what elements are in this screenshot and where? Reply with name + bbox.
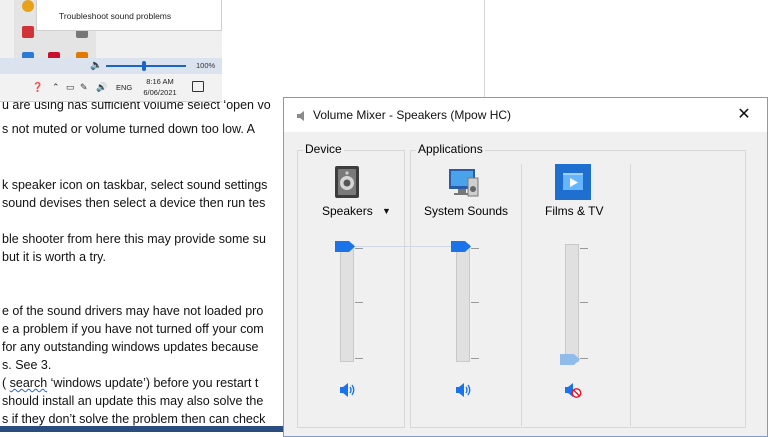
speaker-icon — [297, 111, 304, 121]
tick-marks — [355, 248, 363, 360]
document-line: s. See 3. — [2, 358, 52, 372]
system-sounds-volume-track[interactable] — [456, 244, 470, 362]
system-sounds-volume-thumb[interactable] — [451, 241, 471, 252]
system-sounds-mute-button[interactable] — [453, 381, 473, 399]
sound-icon[interactable]: 🔊 — [96, 82, 107, 93]
applications-group-label: Applications — [416, 142, 485, 156]
language-indicator[interactable]: ENG — [116, 83, 132, 92]
help-icon[interactable]: ❓ — [32, 82, 43, 93]
document-line: ( search ‘windows update’) before you re… — [2, 376, 259, 390]
volume-level-line — [344, 246, 464, 247]
spellcheck-word: search — [9, 376, 48, 390]
volume-flyout: 🔈 100% — [0, 58, 222, 74]
title-bar[interactable]: Volume Mixer - Speakers (Mpow HC) ✕ — [284, 98, 767, 132]
column-separator — [521, 164, 522, 426]
films-tv-volume-track[interactable] — [565, 244, 579, 362]
tick-marks — [471, 248, 479, 360]
device-volume-thumb[interactable] — [335, 241, 355, 252]
films-tv-volume-thumb[interactable] — [560, 354, 580, 365]
document-line: sound devises then select a device then … — [2, 196, 266, 210]
document-line: k speaker icon on taskbar, select sound … — [2, 178, 268, 192]
app-red-icon — [22, 26, 34, 38]
speaker-device-icon — [335, 166, 359, 198]
clock[interactable]: 8:16 AM 6/06/2021 — [142, 76, 178, 98]
speaker-icon: 🔈 — [90, 60, 103, 71]
menu-item-troubleshoot[interactable]: Troubleshoot sound problems — [59, 11, 171, 21]
device-label[interactable]: Speakers — [322, 204, 373, 218]
volume-slider-thumb[interactable] — [142, 61, 146, 71]
films-tv-icon — [555, 164, 591, 200]
taskbar: ❓ ⌃ ▭ ✎ 🔊 ENG 8:16 AM 6/06/2021 — [0, 74, 222, 101]
chevron-up-icon[interactable]: ⌃ — [52, 82, 60, 93]
document-line: e a problem if you have not turned off y… — [2, 322, 264, 336]
notification-icon[interactable] — [192, 81, 204, 92]
document-line: should install an update this may also s… — [2, 394, 264, 408]
tick-marks — [580, 248, 588, 360]
chrome-icon — [22, 0, 34, 12]
document-line: but it is worth a try. — [2, 250, 106, 264]
system-sounds-icon — [449, 169, 479, 197]
volume-mixer-window: Volume Mixer - Speakers (Mpow HC) ✕ Devi… — [283, 97, 768, 437]
volume-percent: 100% — [196, 61, 216, 70]
system-sounds-label: System Sounds — [424, 204, 509, 218]
chevron-down-icon[interactable]: ▼ — [382, 206, 391, 216]
device-group-label: Device — [303, 142, 344, 156]
document-line: e of the sound drivers may have not load… — [2, 304, 264, 318]
films-tv-mute-button[interactable] — [562, 381, 582, 399]
close-button[interactable]: ✕ — [721, 98, 767, 132]
window-title: Volume Mixer - Speakers (Mpow HC) — [313, 108, 512, 122]
clock-date: 6/06/2021 — [143, 88, 177, 97]
document-line: ble shooter from here this may provide s… — [2, 232, 267, 246]
context-menu: Troubleshoot sound problems — [36, 0, 222, 31]
pen-icon[interactable]: ✎ — [80, 82, 88, 93]
document-line: s not muted or volume turned down too lo… — [2, 122, 255, 136]
device-volume-track[interactable] — [340, 244, 354, 362]
clock-time: 8:16 AM — [146, 77, 174, 86]
column-separator — [630, 164, 631, 426]
volume-slider-track[interactable] — [106, 65, 186, 67]
taskbar-screenshot: Troubleshoot sound problems 🔈 100% ❓ ⌃ ▭… — [0, 0, 222, 102]
document-line: for any outstanding windows updates beca… — [2, 340, 259, 354]
device-mute-button[interactable] — [337, 381, 357, 399]
document-line: s if they don’t solve the problem then c… — [2, 412, 266, 426]
network-icon[interactable]: ▭ — [66, 82, 75, 93]
films-tv-label: Films & TV — [545, 204, 604, 218]
